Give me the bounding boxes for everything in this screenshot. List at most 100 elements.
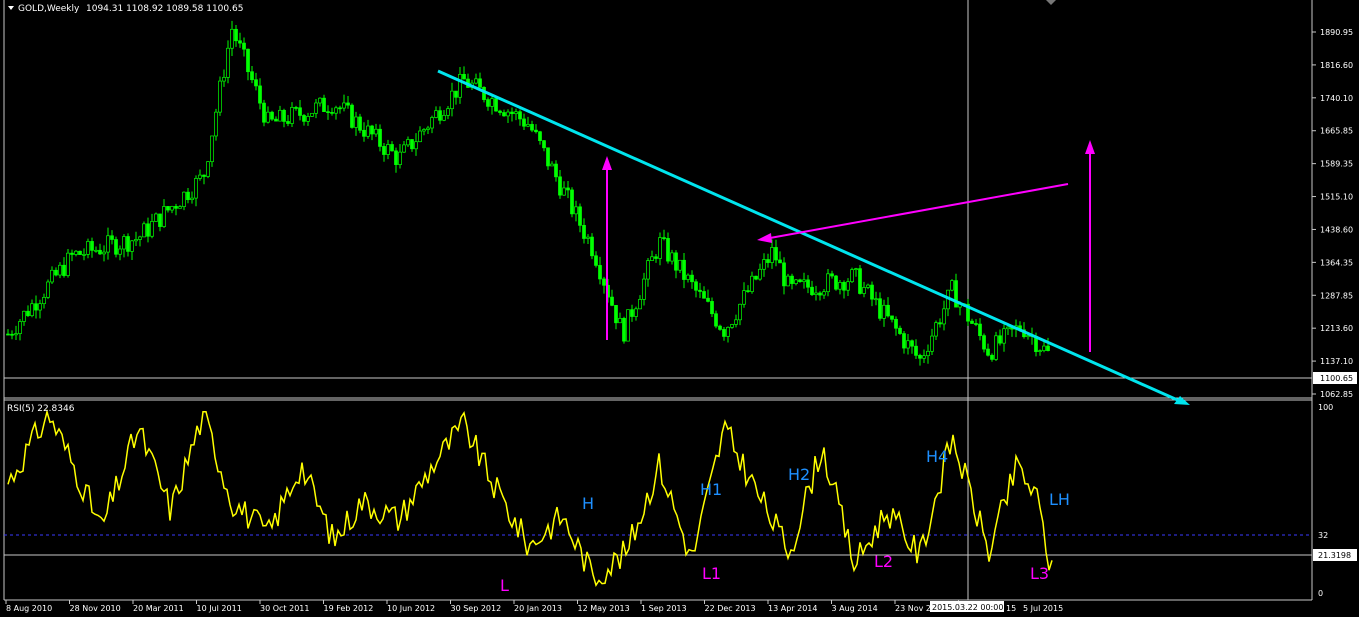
candle-body	[410, 139, 414, 150]
candle-body	[338, 107, 342, 110]
candle-body	[694, 281, 698, 291]
candle-body	[294, 107, 298, 109]
candle-body	[14, 333, 18, 336]
candle-body	[230, 28, 234, 49]
candle-body	[334, 107, 338, 114]
candle-body	[646, 260, 650, 280]
candle-body	[598, 265, 602, 280]
candle-body	[834, 275, 838, 290]
candle-body	[474, 78, 478, 84]
candle-body	[154, 213, 158, 222]
price-tick-label: 1890.95	[1320, 28, 1353, 37]
time-tick-label: 20 Jan 2013	[514, 604, 562, 613]
candle-body	[762, 259, 766, 270]
candle-body	[406, 139, 410, 146]
candle-body	[274, 118, 278, 122]
candle-body	[218, 80, 222, 113]
candle-body	[110, 235, 114, 240]
candle-body	[426, 127, 430, 130]
time-tick-label: 30 Oct 2011	[260, 604, 309, 613]
candle-body	[94, 249, 98, 252]
candle-body	[378, 128, 382, 147]
time-tick-label: 19 Feb 2012	[324, 604, 374, 613]
candle-body	[310, 112, 314, 117]
candle-body	[298, 107, 302, 116]
current-price-label: 1100.65	[1320, 374, 1353, 383]
candle-body	[18, 321, 22, 334]
candle-body	[362, 129, 366, 137]
candle-body	[194, 178, 198, 199]
candle-body	[878, 298, 882, 319]
candle-body	[706, 297, 710, 302]
candle-body	[190, 197, 194, 201]
candle-body	[78, 250, 82, 255]
candle-body	[766, 259, 770, 263]
candle-body	[438, 110, 442, 121]
candle-body	[46, 281, 50, 298]
gold-weekly-chart[interactable]: GOLD,Weekly 1094.31 1108.92 1089.58 1100…	[0, 0, 1359, 617]
candle-body	[658, 237, 662, 259]
candle-body	[1006, 326, 1010, 330]
candle-body	[534, 129, 538, 133]
candle-body	[786, 275, 790, 287]
candle-body	[542, 140, 546, 149]
candle-body	[718, 325, 722, 330]
candle-body	[886, 304, 890, 317]
symbol-label: GOLD,Weekly	[18, 4, 80, 14]
candle-body	[346, 102, 350, 106]
rsi-label: RSI(5) 22.8346	[7, 404, 75, 414]
annotation-l1: L1	[702, 564, 721, 583]
candle-body	[770, 247, 774, 263]
candle-body	[674, 252, 678, 271]
candle-body	[610, 296, 614, 306]
candle-body	[994, 335, 998, 360]
candle-body	[102, 251, 106, 255]
candle-body	[126, 236, 130, 252]
annotation-lh: LH	[1049, 490, 1070, 509]
ohlc-label: 1094.31 1108.92 1089.58 1100.65	[86, 4, 243, 14]
candle-body	[578, 206, 582, 226]
candle-body	[566, 187, 570, 191]
candle-body	[394, 150, 398, 165]
candle-body	[70, 252, 74, 255]
candle-body	[434, 110, 438, 118]
candle-body	[790, 275, 794, 284]
candle-body	[1026, 335, 1030, 338]
candle-body	[238, 40, 242, 44]
candle-body	[186, 191, 190, 201]
candle-body	[374, 128, 378, 135]
time-tick-label: 12 May 2013	[578, 604, 630, 613]
price-tick-label: 1740.10	[1320, 94, 1353, 103]
candle-body	[42, 296, 46, 305]
candle-body	[10, 333, 14, 336]
candle-body	[622, 318, 626, 342]
price-tick-label: 1137.10	[1320, 357, 1353, 366]
time-tick-label: 10 Jul 2011	[197, 604, 242, 613]
candle-body	[22, 310, 26, 322]
candle-body	[446, 108, 450, 116]
candle-body	[870, 284, 874, 300]
candle-body	[66, 252, 70, 276]
candle-body	[510, 111, 514, 115]
candle-body	[634, 308, 638, 317]
candle-body	[926, 350, 930, 357]
candle-body	[502, 112, 506, 117]
candle-body	[250, 71, 254, 81]
candle-body	[286, 121, 290, 124]
candle-body	[458, 74, 462, 98]
candle-body	[106, 235, 110, 253]
candle-body	[990, 354, 994, 360]
candle-body	[894, 318, 898, 329]
candle-body	[574, 206, 578, 215]
candle-body	[538, 131, 542, 141]
candle-body	[614, 305, 618, 324]
candle-body	[970, 320, 974, 324]
candle-body	[794, 279, 798, 284]
candle-body	[382, 146, 386, 155]
candle-body	[98, 249, 102, 255]
candle-body	[454, 90, 458, 98]
candle-body	[430, 117, 434, 129]
candle-body	[170, 206, 174, 211]
candle-body	[234, 28, 238, 42]
candle-body	[90, 241, 94, 251]
